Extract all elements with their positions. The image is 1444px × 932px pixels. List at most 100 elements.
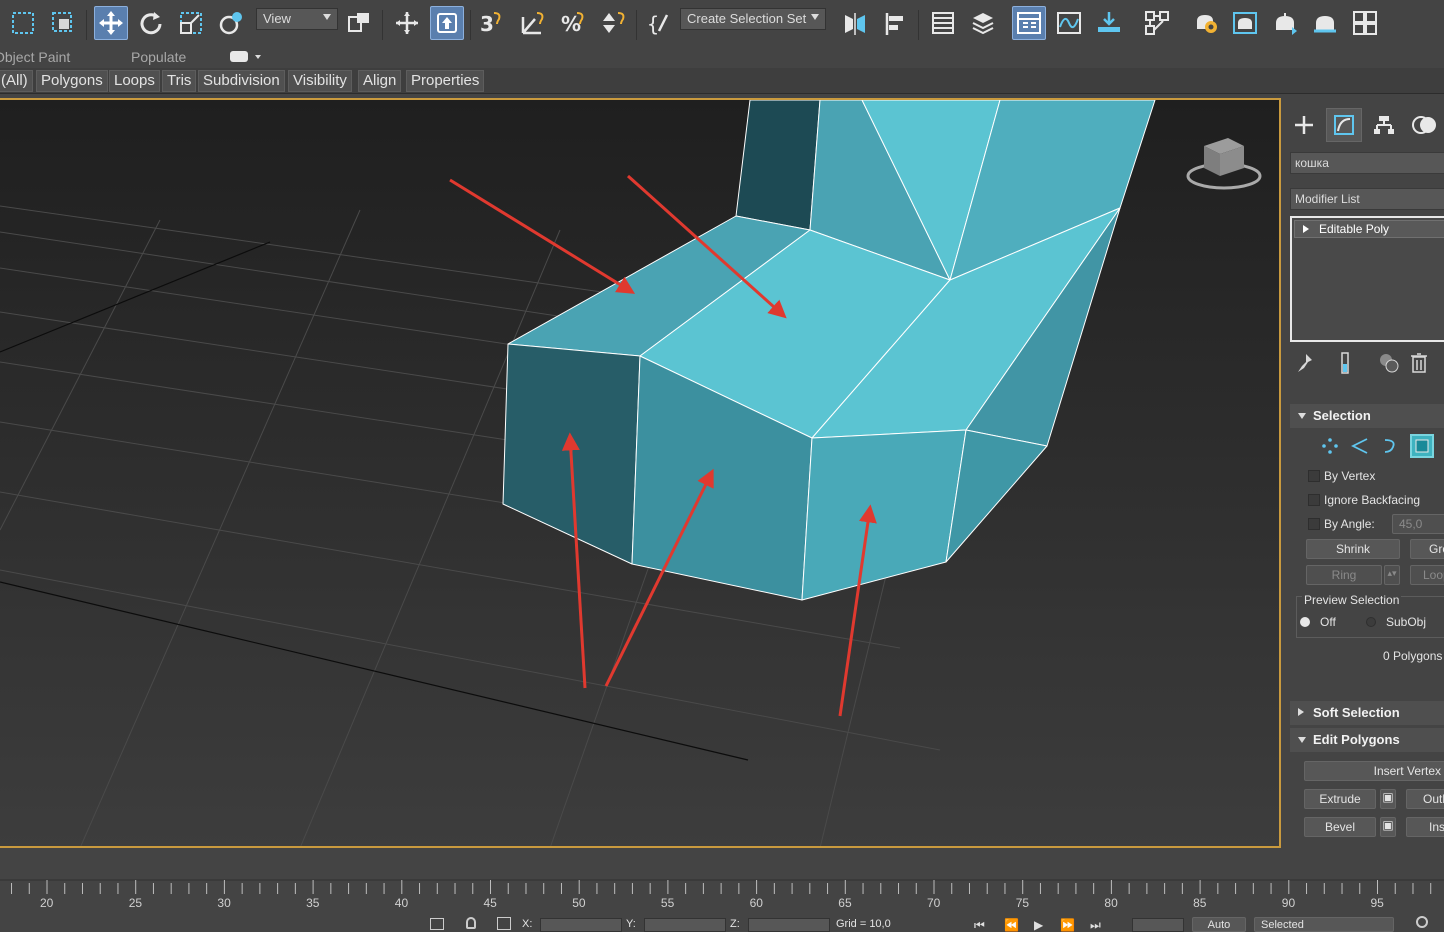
isolate-icon[interactable]	[430, 918, 444, 930]
perspective-viewport[interactable]	[0, 98, 1281, 848]
hierarchy-tab-icon[interactable]	[1366, 108, 1402, 142]
pin-stack-icon[interactable]	[1296, 352, 1314, 377]
play-icon[interactable]: ▶	[1034, 918, 1043, 932]
extrude-button[interactable]: Extrude	[1304, 789, 1376, 809]
go-to-end-icon[interactable]: ⏭	[1090, 918, 1101, 932]
y-coordinate-field[interactable]	[644, 918, 726, 932]
preview-off-radio[interactable]	[1300, 617, 1310, 627]
curve-editor-icon[interactable]	[1052, 6, 1086, 40]
modifier-stack[interactable]: Editable Poly	[1290, 216, 1444, 342]
by-angle-checkbox[interactable]	[1308, 518, 1320, 530]
populate-tab[interactable]: Populate	[131, 49, 186, 65]
ribbon-tab-visibility[interactable]: Visibility	[288, 70, 352, 92]
percent-snap-icon[interactable]: %	[556, 6, 590, 40]
create-tab-plus-icon[interactable]	[1286, 108, 1322, 142]
render-in-cloud-icon[interactable]	[1348, 6, 1382, 40]
material-editor-icon[interactable]	[1140, 6, 1174, 40]
previous-frame-icon[interactable]: ⏪	[1004, 918, 1019, 932]
toggle-ribbon-icon[interactable]	[1012, 6, 1046, 40]
ribbon-tab-align[interactable]: Align	[358, 70, 402, 92]
schematic-view-icon[interactable]	[1092, 6, 1126, 40]
ribbon-tab-polygons[interactable]: Polygons	[36, 70, 108, 92]
next-frame-icon[interactable]: ⏩	[1060, 918, 1075, 932]
named-selection-dropdown[interactable]: Create Selection Set	[680, 8, 826, 30]
angle-snap-icon[interactable]	[516, 6, 550, 40]
ribbon-minimize-icon[interactable]	[230, 51, 248, 62]
by-vertex-checkbox[interactable]	[1308, 470, 1320, 482]
preview-subobj-radio[interactable]	[1366, 617, 1376, 627]
edge-subobject-icon[interactable]	[1348, 434, 1372, 458]
time-slider-track[interactable]: 20 25 30 35 40 45 50 55 60 65 70 75 80 85 90 95	[0, 850, 1444, 916]
bevel-settings-icon[interactable]: ▣	[1380, 817, 1396, 837]
render-production-icon[interactable]	[1268, 6, 1302, 40]
reference-coordinate-dropdown[interactable]: View	[256, 8, 338, 30]
timeline-tick-label: 50	[572, 896, 586, 910]
z-coordinate-field[interactable]	[748, 918, 830, 932]
render-setup-icon[interactable]	[1188, 6, 1222, 40]
ring-spinner[interactable]: ▴▾	[1384, 565, 1400, 585]
grow-button[interactable]: Grow	[1410, 539, 1444, 559]
soft-selection-rollout-header[interactable]: Soft Selection	[1290, 701, 1444, 725]
snaps-toggle-icon[interactable]: 3	[474, 6, 508, 40]
x-coordinate-field[interactable]	[540, 918, 622, 932]
expand-triangle-icon[interactable]	[1303, 225, 1309, 233]
selection-rollout-header[interactable]: Selection	[1290, 404, 1444, 428]
align-icon[interactable]	[878, 6, 912, 40]
ribbon-tab-subdivision[interactable]: Subdivision	[198, 70, 285, 92]
select-region-icon[interactable]	[6, 6, 40, 40]
ribbon-tab-tris[interactable]: Tris	[162, 70, 197, 92]
stack-item-editable-poly[interactable]: Editable Poly	[1294, 220, 1444, 238]
go-to-start-icon[interactable]: ⏮	[974, 918, 985, 932]
modify-tab-icon[interactable]	[1326, 108, 1362, 142]
mirror-icon[interactable]	[838, 6, 872, 40]
ribbon-dropdown-icon[interactable]	[255, 55, 261, 59]
pivot-center-icon[interactable]	[342, 6, 376, 40]
object-paint-tab[interactable]: Object Paint	[0, 49, 70, 65]
insert-vertex-button[interactable]: Insert Vertex	[1304, 761, 1444, 781]
border-subobject-icon[interactable]	[1378, 434, 1402, 458]
scale-icon[interactable]	[174, 6, 208, 40]
timeline-tick-label: 80	[1104, 896, 1118, 910]
key-filter-dropdown[interactable]: Selected	[1254, 917, 1394, 932]
show-end-result-icon[interactable]	[1340, 352, 1350, 377]
lock-icon[interactable]	[466, 917, 476, 929]
polygon-subobject-icon[interactable]	[1410, 434, 1434, 458]
layer-explorer-icon[interactable]	[966, 6, 1000, 40]
bevel-button[interactable]: Bevel	[1304, 817, 1376, 837]
ribbon-tab-all[interactable]: (All)	[0, 70, 33, 92]
make-unique-icon[interactable]	[1378, 352, 1400, 377]
absolute-mode-icon[interactable]	[497, 917, 511, 930]
modifier-list-dropdown[interactable]: Modifier List	[1290, 188, 1444, 210]
spinner-snap-icon[interactable]	[596, 6, 630, 40]
edit-polygons-rollout-header[interactable]: Edit Polygons	[1290, 728, 1444, 752]
rendered-frame-window-icon[interactable]	[1228, 6, 1262, 40]
ribbon-tab-loops[interactable]: Loops	[109, 70, 160, 92]
keyboard-shortcut-override-icon[interactable]	[430, 6, 464, 40]
ring-button[interactable]: Ring	[1306, 565, 1382, 585]
preview-subobj-label: SubObj	[1386, 615, 1427, 629]
loop-button[interactable]: Loop	[1410, 565, 1444, 585]
shrink-button[interactable]: Shrink	[1306, 539, 1400, 559]
x-coordinate-label: X:	[522, 918, 533, 930]
select-manipulate-icon[interactable]	[390, 6, 424, 40]
scene-explorer-icon[interactable]	[926, 6, 960, 40]
extrude-settings-icon[interactable]: ▣	[1380, 789, 1396, 809]
remove-modifier-icon[interactable]	[1410, 352, 1428, 377]
rotate-icon[interactable]	[134, 6, 168, 40]
ignore-backfacing-checkbox[interactable]	[1308, 494, 1320, 506]
inset-button[interactable]: Inset	[1406, 817, 1444, 837]
ribbon-tab-properties[interactable]: Properties	[406, 70, 485, 92]
move-icon[interactable]	[94, 6, 128, 40]
zoom-icon[interactable]	[1416, 916, 1428, 928]
edit-named-selection-icon[interactable]: {	[642, 6, 676, 40]
placement-icon[interactable]	[214, 6, 248, 40]
set-key-button[interactable]	[1132, 918, 1184, 932]
render-activeshade-icon[interactable]	[1308, 6, 1342, 40]
auto-key-button[interactable]: Auto	[1192, 917, 1246, 932]
outline-button[interactable]: Outline	[1406, 789, 1444, 809]
window-crossing-icon[interactable]	[46, 6, 80, 40]
motion-tab-icon[interactable]	[1406, 108, 1442, 142]
angle-value-field[interactable]: 45,0	[1392, 514, 1444, 534]
vertex-subobject-icon[interactable]	[1318, 434, 1342, 458]
object-name-field[interactable]: кошка	[1290, 152, 1444, 174]
